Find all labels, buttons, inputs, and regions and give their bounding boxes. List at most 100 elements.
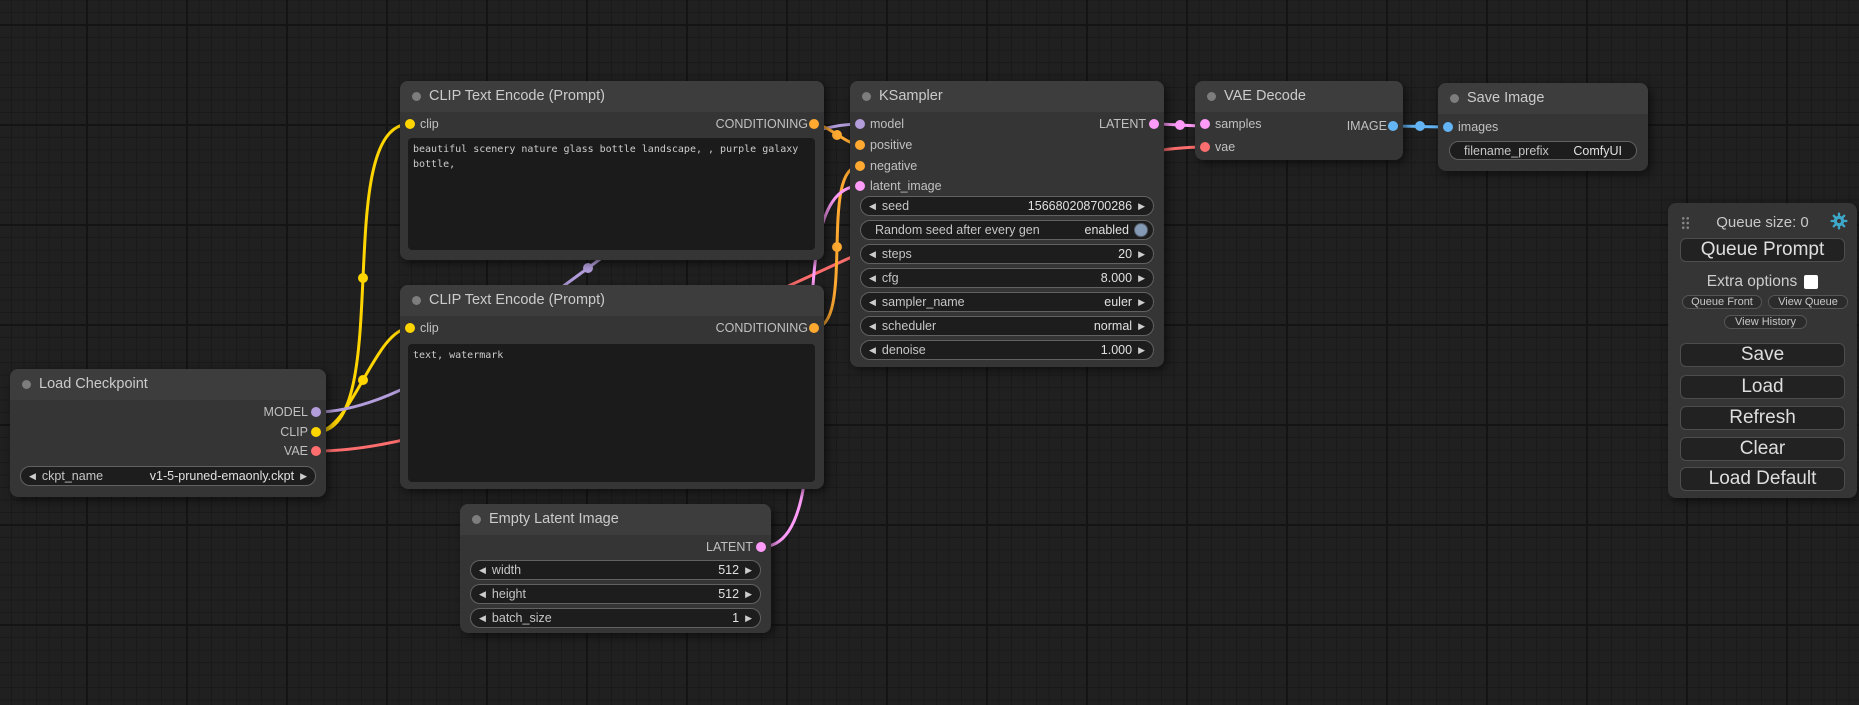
positive-input-port[interactable]: [855, 140, 865, 150]
filename-prefix-widget[interactable]: filename_prefix ComfyUI: [1449, 141, 1637, 160]
node-clip-text-encode-negative[interactable]: CLIP Text Encode (Prompt) clip CONDITION…: [400, 285, 824, 489]
clip-output-port[interactable]: [311, 427, 321, 437]
output-label-vae: VAE: [284, 441, 308, 461]
node-load-checkpoint[interactable]: Load Checkpoint MODEL CLIP VAE ◀ ckpt_na…: [10, 369, 326, 497]
vae-input-port[interactable]: [1200, 142, 1210, 152]
increment-arrow-icon[interactable]: ▶: [300, 467, 307, 485]
model-output-port[interactable]: [311, 407, 321, 417]
cfg-widget[interactable]: ◀ cfg 8.000 ▶: [860, 268, 1154, 288]
increment-arrow-icon[interactable]: ▶: [1138, 341, 1145, 359]
decrement-arrow-icon[interactable]: ◀: [479, 561, 486, 579]
input-label-images: images: [1458, 117, 1498, 137]
widget-label: sampler_name: [882, 295, 965, 309]
widget-value: enabled: [1085, 223, 1130, 237]
conditioning-output-port[interactable]: [809, 323, 819, 333]
negative-prompt-textarea[interactable]: text, watermark: [408, 344, 815, 482]
negative-input-port[interactable]: [855, 161, 865, 171]
save-button[interactable]: Save: [1680, 343, 1845, 367]
latent-output-port[interactable]: [1149, 119, 1159, 129]
queue-front-button[interactable]: Queue Front: [1682, 295, 1762, 309]
output-label-latent: LATENT: [1099, 114, 1146, 134]
extra-options-checkbox[interactable]: [1804, 275, 1818, 289]
increment-arrow-icon[interactable]: ▶: [1138, 245, 1145, 263]
refresh-button[interactable]: Refresh: [1680, 406, 1845, 430]
node-title-bar[interactable]: KSampler: [850, 81, 1164, 112]
node-title: Load Checkpoint: [39, 369, 148, 400]
increment-arrow-icon[interactable]: ▶: [745, 585, 752, 603]
decrement-arrow-icon[interactable]: ◀: [479, 609, 486, 627]
node-empty-latent-image[interactable]: Empty Latent Image LATENT ◀ width 512 ▶ …: [460, 504, 771, 633]
output-label-conditioning: CONDITIONING: [716, 114, 808, 134]
increment-arrow-icon[interactable]: ▶: [745, 609, 752, 627]
collapse-dot-icon[interactable]: [412, 92, 421, 101]
link-midpoint-dot: [583, 263, 593, 273]
seed-widget[interactable]: ◀ seed 156680208700286 ▶: [860, 196, 1154, 216]
width-widget[interactable]: ◀ width 512 ▶: [470, 560, 761, 580]
samples-input-port[interactable]: [1200, 119, 1210, 129]
batch-size-widget[interactable]: ◀ batch_size 1 ▶: [470, 608, 761, 628]
vae-output-port[interactable]: [311, 446, 321, 456]
random-seed-toggle[interactable]: [1134, 223, 1148, 237]
latent-output-port[interactable]: [756, 542, 766, 552]
scheduler-widget[interactable]: ◀ scheduler normal ▶: [860, 316, 1154, 336]
decrement-arrow-icon[interactable]: ◀: [869, 293, 876, 311]
gear-icon[interactable]: [1830, 212, 1848, 230]
node-ksampler[interactable]: KSampler model positive negative latent_…: [850, 81, 1164, 367]
link-midpoint-dot: [1415, 121, 1425, 131]
collapse-dot-icon[interactable]: [472, 515, 481, 524]
clip-input-port[interactable]: [405, 323, 415, 333]
denoise-widget[interactable]: ◀ denoise 1.000 ▶: [860, 340, 1154, 360]
node-title-bar[interactable]: Load Checkpoint: [10, 369, 326, 400]
widget-label: width: [492, 563, 521, 577]
node-title-bar[interactable]: CLIP Text Encode (Prompt): [400, 81, 824, 112]
collapse-dot-icon[interactable]: [862, 92, 871, 101]
decrement-arrow-icon[interactable]: ◀: [479, 585, 486, 603]
model-input-port[interactable]: [855, 119, 865, 129]
node-title: Save Image: [1467, 83, 1544, 114]
widget-value: euler: [1104, 295, 1132, 309]
image-output-port[interactable]: [1388, 121, 1398, 131]
node-title-bar[interactable]: Save Image: [1438, 83, 1648, 114]
increment-arrow-icon[interactable]: ▶: [745, 561, 752, 579]
collapse-dot-icon[interactable]: [1450, 94, 1459, 103]
node-vae-decode[interactable]: VAE Decode samples vae IMAGE: [1195, 81, 1403, 160]
decrement-arrow-icon[interactable]: ◀: [869, 317, 876, 335]
increment-arrow-icon[interactable]: ▶: [1138, 197, 1145, 215]
steps-widget[interactable]: ◀ steps 20 ▶: [860, 244, 1154, 264]
decrement-arrow-icon[interactable]: ◀: [869, 269, 876, 287]
sampler-name-widget[interactable]: ◀ sampler_name euler ▶: [860, 292, 1154, 312]
collapse-dot-icon[interactable]: [412, 296, 421, 305]
height-widget[interactable]: ◀ height 512 ▶: [470, 584, 761, 604]
decrement-arrow-icon[interactable]: ◀: [869, 341, 876, 359]
latent-image-input-port[interactable]: [855, 181, 865, 191]
clip-input-port[interactable]: [405, 119, 415, 129]
load-button[interactable]: Load: [1680, 375, 1845, 399]
decrement-arrow-icon[interactable]: ◀: [29, 467, 36, 485]
node-save-image[interactable]: Save Image images filename_prefix ComfyU…: [1438, 83, 1648, 171]
link-midpoint-dot: [832, 130, 842, 140]
node-title-bar[interactable]: Empty Latent Image: [460, 504, 771, 535]
decrement-arrow-icon[interactable]: ◀: [869, 197, 876, 215]
node-title-bar[interactable]: VAE Decode: [1195, 81, 1403, 112]
load-default-button[interactable]: Load Default: [1680, 467, 1845, 491]
collapse-dot-icon[interactable]: [1207, 92, 1216, 101]
queue-prompt-button[interactable]: Queue Prompt: [1680, 238, 1845, 262]
increment-arrow-icon[interactable]: ▶: [1138, 293, 1145, 311]
widget-label: height: [492, 587, 526, 601]
images-input-port[interactable]: [1443, 122, 1453, 132]
node-clip-text-encode-positive[interactable]: CLIP Text Encode (Prompt) clip CONDITION…: [400, 81, 824, 260]
node-title-bar[interactable]: CLIP Text Encode (Prompt): [400, 285, 824, 316]
queue-panel: Queue size: 0 Queue Prompt Extra options…: [1668, 203, 1857, 498]
positive-prompt-textarea[interactable]: beautiful scenery nature glass bottle la…: [408, 138, 815, 250]
view-queue-button[interactable]: View Queue: [1768, 295, 1848, 309]
increment-arrow-icon[interactable]: ▶: [1138, 269, 1145, 287]
decrement-arrow-icon[interactable]: ◀: [869, 245, 876, 263]
link-midpoint-dot: [1175, 120, 1185, 130]
view-history-button[interactable]: View History: [1724, 315, 1807, 329]
collapse-dot-icon[interactable]: [22, 380, 31, 389]
clear-button[interactable]: Clear: [1680, 437, 1845, 461]
ckpt-name-widget[interactable]: ◀ ckpt_name v1-5-pruned-emaonly.ckpt ▶: [20, 466, 316, 486]
random-seed-widget[interactable]: Random seed after every gen enabled: [860, 220, 1154, 240]
conditioning-output-port[interactable]: [809, 119, 819, 129]
increment-arrow-icon[interactable]: ▶: [1138, 317, 1145, 335]
